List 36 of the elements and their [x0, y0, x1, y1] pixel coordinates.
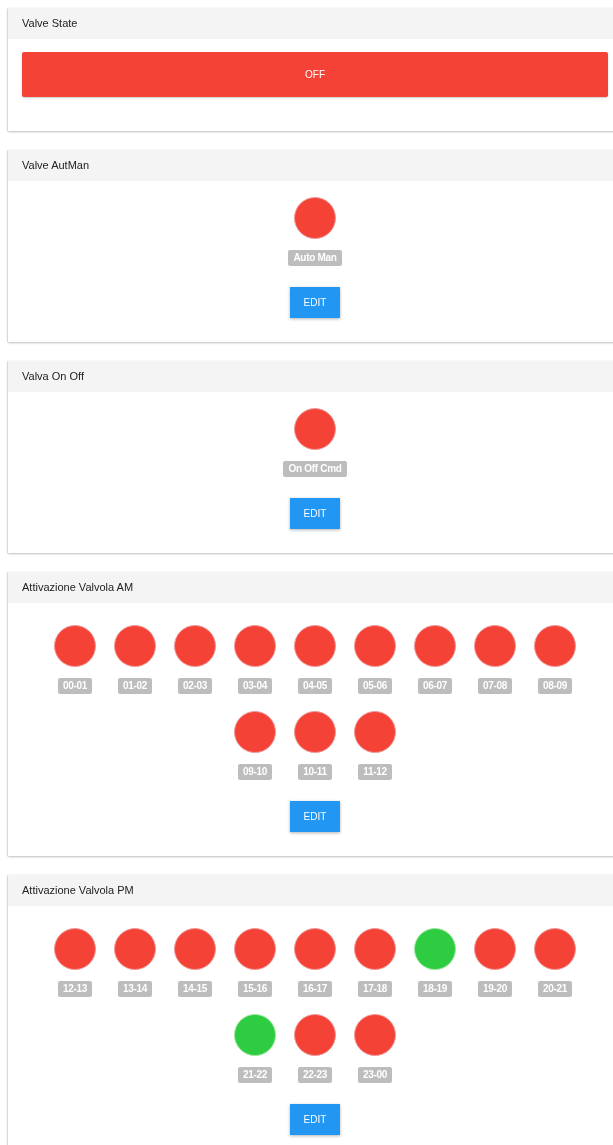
- card-title: Valva On Off: [8, 361, 613, 392]
- led-label: 09-10: [237, 764, 273, 780]
- led-label: On Off Cmd: [283, 461, 347, 477]
- led-label: 02-03: [177, 678, 213, 694]
- led-label: 16-17: [297, 981, 333, 997]
- card-title: Valve State: [8, 8, 613, 39]
- led-label: 23-00: [357, 1067, 393, 1083]
- led-label: 13-14: [117, 981, 153, 997]
- edit-button[interactable]: EDIT: [290, 287, 340, 318]
- led-label: 14-15: [177, 981, 213, 997]
- led-label: 00-01: [57, 678, 93, 694]
- led-label: 01-02: [117, 678, 153, 694]
- valve-state-indicator: OFF: [22, 52, 608, 97]
- led-label: Auto Man: [288, 250, 342, 266]
- led-label: 20-21: [537, 981, 573, 997]
- led-label: 08-09: [537, 678, 573, 694]
- edit-button[interactable]: EDIT: [290, 498, 340, 529]
- led-label: 05-06: [357, 678, 393, 694]
- led-label: 10-11: [298, 764, 332, 780]
- led-label: 18-19: [417, 981, 453, 997]
- led-label: 03-04: [237, 678, 273, 694]
- led-label: 11-12: [358, 764, 392, 780]
- edit-button[interactable]: EDIT: [290, 801, 340, 832]
- card-title: Valve AutMan: [8, 150, 613, 181]
- led-label: 07-08: [477, 678, 513, 694]
- led-label: 21-22: [237, 1067, 273, 1083]
- card-title: Attivazione Valvola PM: [8, 875, 613, 906]
- led-label: 04-05: [297, 678, 333, 694]
- led-label: 19-20: [477, 981, 513, 997]
- card-title: Attivazione Valvola AM: [8, 572, 613, 603]
- edit-button[interactable]: EDIT: [290, 1104, 340, 1135]
- led-label: 22-23: [297, 1067, 333, 1083]
- led-label: 15-16: [237, 981, 273, 997]
- led-label: 06-07: [417, 678, 453, 694]
- led-label: 17-18: [357, 981, 393, 997]
- led-label: 12-13: [57, 981, 93, 997]
